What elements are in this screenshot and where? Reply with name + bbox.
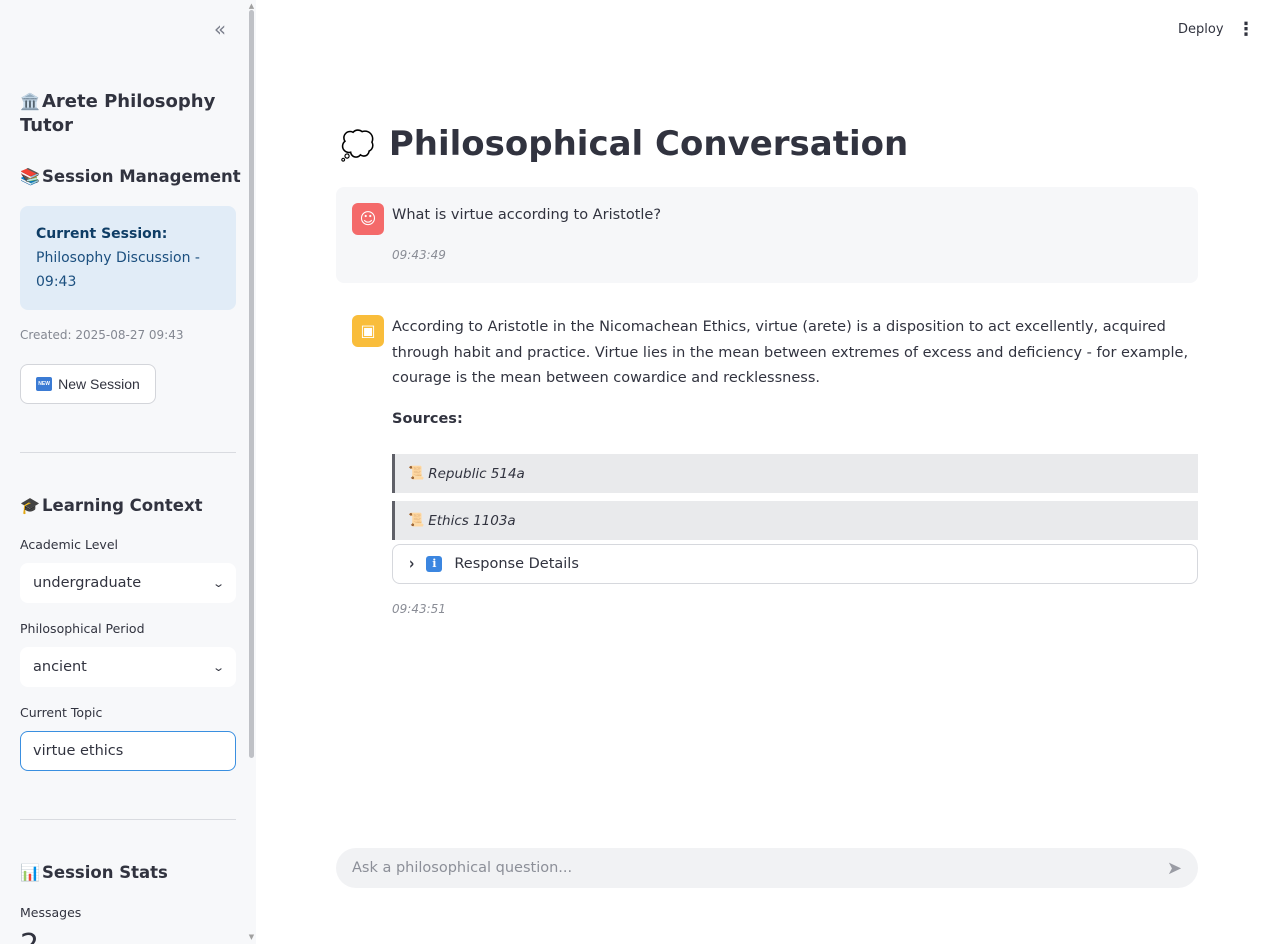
academic-level-value: undergraduate [33,575,142,591]
new-session-button[interactable]: NEW New Session [20,364,156,404]
messages-label: Messages [20,905,82,920]
philosophical-period-select[interactable]: ancient ⌄ [20,647,236,687]
scrollbar-thumb[interactable] [249,10,254,758]
assistant-message-text: According to Aristotle in the Nicomachea… [392,319,1189,386]
user-message-text: What is virtue according to Aristotle? [392,207,662,223]
learning-context-heading: 🎓 Learning Context [20,496,203,515]
philosophical-period-label: Philosophical Period [20,621,145,636]
collapse-sidebar-icon[interactable]: « [208,19,232,41]
user-avatar-face-icon: ☺ [352,203,384,235]
sidebar: « 🏛️ Arete Philosophy Tutor 📚 Session Mana… [0,0,256,944]
current-session-value: Philosophy Discussion - 09:43 [36,250,200,290]
current-topic-label: Current Topic [20,705,103,720]
current-session-box: Current Session: Philosophy Discussion -… [20,206,236,310]
divider [20,819,236,820]
kebab-menu-icon[interactable]: ⋮ [1236,18,1256,42]
chevron-down-icon: ⌄ [211,576,225,590]
response-details-label: Response Details [454,556,579,572]
info-icon: i [426,556,443,572]
graduation-cap-icon: 🎓 [20,496,40,515]
user-message: ☺ What is virtue according to Aristotle?… [336,187,1198,283]
scroll-down-icon[interactable]: ▼ [247,933,256,941]
session-management-heading: 📚 Session Management [20,167,241,186]
academic-level-select[interactable]: undergraduate ⌄ [20,563,236,603]
session-stats-heading: 📊 Session Stats [20,863,168,882]
philosophical-period-value: ancient [33,659,87,675]
bar-chart-icon: 📊 [20,863,40,882]
divider [20,452,236,453]
assistant-avatar-robot-icon: ▣ [352,315,384,347]
sidebar-scrollbar[interactable]: ▲ ▼ [247,0,256,944]
books-icon: 📚 [20,167,40,186]
deploy-button[interactable]: Deploy [1170,18,1232,42]
new-session-label: New Session [58,376,140,392]
current-topic-input[interactable] [20,731,236,771]
source-item: 📜 Ethics 1103a [392,501,1198,540]
scroll-up-icon[interactable]: ▲ [247,2,256,10]
chevron-down-icon: ⌄ [211,660,225,674]
created-timestamp: Created: 2025-08-27 09:43 [20,328,184,342]
messages-count: 2 [20,928,39,944]
send-icon[interactable]: ➤ [1167,858,1182,879]
academic-level-label: Academic Level [20,537,118,552]
chat-input-bar: ➤ [336,848,1198,888]
user-message-time: 09:43:49 [392,248,446,262]
new-icon: NEW [36,377,53,391]
sources-label: Sources: [392,411,463,427]
source-item: 📜 Republic 514a [392,454,1198,493]
assistant-message-time: 09:43:51 [392,602,446,616]
scroll-icon: 📜 [408,466,425,481]
scroll-icon: 📜 [408,513,425,528]
thought-bubble-icon: 💭 [340,129,375,162]
current-session-label: Current Session: [36,226,168,242]
app-title: 🏛️ Arete Philosophy Tutor [20,91,216,136]
chevron-right-icon: › [409,554,415,574]
response-details-expander[interactable]: › i Response Details [392,544,1198,584]
building-icon: 🏛️ [20,92,40,111]
page-title: 💭 Philosophical Conversation [340,124,909,164]
chat-input[interactable] [352,860,1132,876]
